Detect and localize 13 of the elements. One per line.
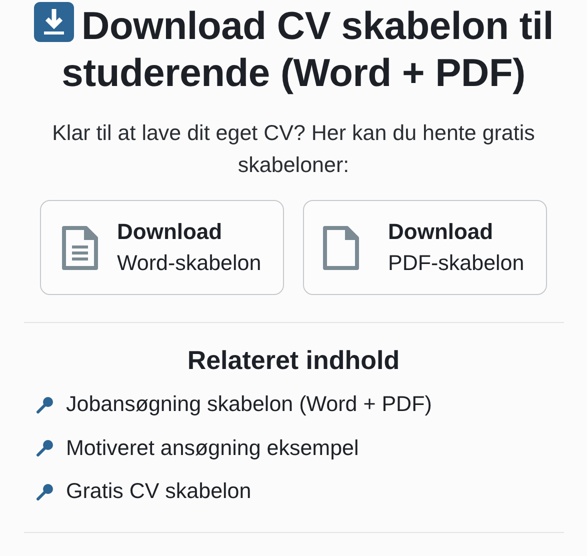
download-button[interactable]: Download Word-skabelon [40, 200, 284, 295]
pin-icon [36, 396, 54, 414]
related-link[interactable]: Gratis CV skabelon [66, 479, 252, 504]
page-title: Download CV skabelon til studerende (Word + PDF) [20, 2, 567, 97]
download-button[interactable]: Download PDF-skabelon [303, 200, 547, 295]
section-heading: Relateret indhold [187, 344, 400, 377]
related-link[interactable]: Jobansøgning skabelon (Word + PDF) [66, 392, 432, 418]
intro-text: Klar til at lave dit eget CV? Her kan du hente gratis skabeloner: [51, 120, 536, 179]
pin-icon [36, 439, 54, 458]
pin-icon [36, 482, 54, 501]
related-link[interactable]: Motiveret ansøgning eksempel [66, 436, 359, 461]
document-icon [322, 224, 360, 270]
document-icon [61, 224, 99, 270]
